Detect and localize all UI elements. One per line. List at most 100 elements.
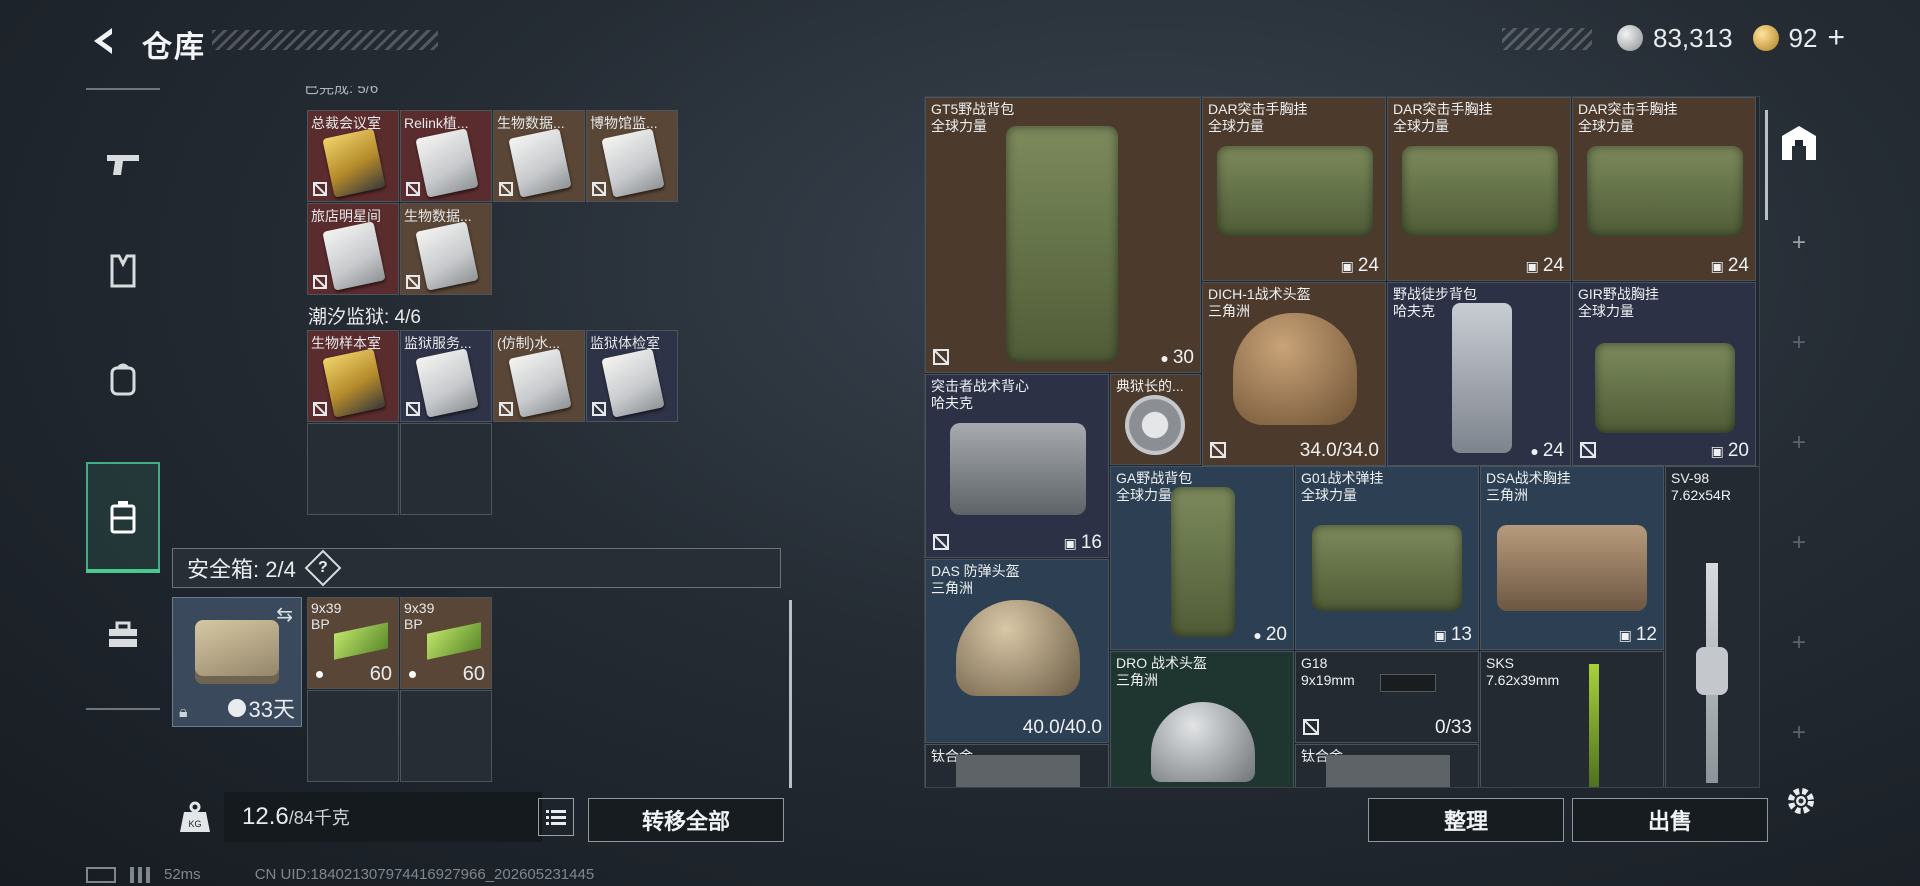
- item-das-helmet[interactable]: DAS 防弹头盔 三角洲 40.0/40.0: [925, 559, 1109, 743]
- no-sell-icon: [406, 402, 420, 416]
- vest-icon: [110, 254, 136, 288]
- sort-button[interactable]: 整理: [1368, 798, 1564, 842]
- silver-coin-icon: [1617, 25, 1644, 51]
- ammo-count: 60: [462, 663, 485, 685]
- add-tab-icon[interactable]: +: [1788, 719, 1810, 746]
- swap-icon[interactable]: ⇆: [276, 602, 293, 627]
- collection-card-slot[interactable]: Relink植...: [400, 110, 492, 202]
- case-icon: [110, 501, 136, 534]
- helmet-image: [1151, 702, 1255, 782]
- no-sell-icon: [592, 402, 606, 416]
- item-gir-vest[interactable]: GIR野战胸挂 全球力量 ▣ 20: [1572, 282, 1756, 466]
- collection-card-slot[interactable]: 博物馆监...: [586, 110, 678, 202]
- item-titanium[interactable]: 钛合金: [925, 744, 1109, 787]
- item-assault-vest[interactable]: 突击者战术背心 哈夫克 ▣ 16: [925, 374, 1109, 558]
- no-sell-icon: [499, 182, 513, 196]
- helmet-image: [956, 600, 1080, 696]
- add-tab-icon[interactable]: +: [1788, 229, 1810, 256]
- nav-weapons[interactable]: [86, 108, 160, 218]
- item-hiking-backpack[interactable]: 野战徒步背包 哈夫克 ● 24: [1387, 282, 1571, 466]
- ammo-type: BP: [404, 616, 423, 632]
- item-durability: 34.0/34.0: [1299, 440, 1379, 461]
- vest-image: [950, 423, 1086, 515]
- gear-icon[interactable]: [1784, 784, 1818, 818]
- item-dro-helmet[interactable]: DRO 战术头盔 三角洲: [1110, 651, 1294, 787]
- help-icon[interactable]: ?: [304, 549, 342, 587]
- empty-slot[interactable]: [400, 423, 492, 515]
- item-sks-rifle[interactable]: SKS 7.62x39mm: [1480, 651, 1664, 787]
- list-view-button[interactable]: [538, 798, 574, 836]
- collection-card-slot[interactable]: 监狱服务...: [400, 330, 492, 422]
- item-dsa-vest[interactable]: DSA战术胸挂 三角洲 ▣ 12: [1480, 466, 1664, 650]
- backpack-icon: [110, 363, 136, 396]
- back-arrow-icon[interactable]: [86, 24, 120, 58]
- empty-slot[interactable]: [400, 690, 492, 782]
- add-tab-icon[interactable]: +: [1788, 629, 1810, 656]
- safebox-header: 安全箱: 2/4 ?: [172, 548, 781, 588]
- item-g01-rig[interactable]: G01战术弹挂 全球力量 ▣ 13: [1295, 466, 1479, 650]
- item-g18-pistol[interactable]: G18 9x19mm 0/33: [1295, 651, 1479, 743]
- signal-icon: [130, 866, 150, 883]
- safebox-duration: 33天: [227, 692, 295, 724]
- item-dich-helmet[interactable]: DICH-1战术头盔 三角洲 34.0/34.0: [1202, 282, 1386, 466]
- add-tab-icon[interactable]: +: [1788, 329, 1810, 356]
- collection-card-slot[interactable]: 监狱体检室: [586, 330, 678, 422]
- add-tab-icon[interactable]: +: [1788, 529, 1810, 556]
- status-bar: 52ms CN UID:184021307974416927966_202605…: [86, 866, 594, 883]
- bag-icon: ●: [1253, 627, 1262, 643]
- collection-card-slot[interactable]: 总裁会议室: [307, 110, 399, 202]
- nav-armor[interactable]: [86, 216, 160, 326]
- nav-backpack[interactable]: [86, 324, 160, 434]
- item-gt5-backpack[interactable]: GT5野战背包 全球力量 ● 30: [925, 97, 1201, 373]
- safebox-days: 33天: [248, 697, 295, 722]
- vest-image: [1497, 525, 1647, 611]
- item-sv98-rifle[interactable]: SV-98 7.62x54R: [1665, 466, 1759, 787]
- item-ga-backpack[interactable]: GA野战背包 全球力量 ● 20: [1110, 466, 1294, 650]
- item-name: DAS 防弹头盔 三角洲: [931, 563, 1020, 596]
- item-warden-token[interactable]: 典狱长的...: [1110, 374, 1201, 465]
- item-titanium[interactable]: 钛合金: [1295, 744, 1479, 787]
- collection-card-slot[interactable]: 生物样本室: [307, 330, 399, 422]
- titanium-image: [1326, 755, 1450, 787]
- collection-card-slot[interactable]: 生物数据...: [493, 110, 585, 202]
- empty-slot[interactable]: [307, 690, 399, 782]
- item-capacity: ● 24: [1530, 440, 1564, 461]
- stash-grid: GT5野战背包 全球力量 ● 30 DAR突击手胸挂 全球力量 ▣ 24 DAR突击手胸…: [924, 96, 1760, 788]
- backpack-image: [1006, 126, 1118, 362]
- keycard-image: [415, 348, 479, 418]
- currency-bar: 83,313 92 +: [1497, 23, 1845, 53]
- collection-card-slot[interactable]: (仿制)水...: [493, 330, 585, 422]
- keycard-image: [415, 128, 479, 198]
- ammo-slot[interactable]: 9x39 BP 60: [307, 597, 399, 689]
- empty-slot[interactable]: [307, 423, 399, 515]
- stash-tab-icon[interactable]: [1778, 122, 1820, 164]
- keycard-image: [415, 221, 479, 291]
- item-capacity: ▣ 24: [1710, 255, 1749, 276]
- left-scrollbar[interactable]: [789, 600, 792, 788]
- safebox-label: 安全箱: 2/4: [187, 557, 296, 582]
- bag-icon: ●: [1160, 350, 1169, 366]
- safebox-item[interactable]: ⇆ 🔒︎ 33天: [172, 597, 302, 727]
- item-name: DAR突击手胸挂 全球力量: [1578, 101, 1678, 134]
- vest-icon: ▣: [1433, 626, 1447, 643]
- collection-card-slot[interactable]: 生物数据...: [400, 203, 492, 295]
- collection-card-slot[interactable]: 旅店明星间: [307, 203, 399, 295]
- transfer-all-button[interactable]: 转移全部: [588, 798, 784, 842]
- section-title-prison: 潮汐监狱: 4/6: [308, 307, 421, 328]
- item-dar-vest[interactable]: DAR突击手胸挂 全球力量 ▣ 24: [1202, 97, 1386, 281]
- nav-container[interactable]: [86, 462, 160, 573]
- item-dar-vest[interactable]: DAR突击手胸挂 全球力量 ▣ 24: [1387, 97, 1571, 281]
- ammo-slot[interactable]: 9x39 BP 60: [400, 597, 492, 689]
- add-tab-icon[interactable]: +: [1788, 429, 1810, 456]
- no-sell-icon: [313, 402, 327, 416]
- item-dar-vest[interactable]: DAR突击手胸挂 全球力量 ▣ 24: [1572, 97, 1756, 281]
- add-currency-icon[interactable]: +: [1827, 23, 1845, 53]
- nav-toolbox[interactable]: [86, 580, 160, 690]
- item-name: DAR突击手胸挂 全球力量: [1208, 101, 1308, 134]
- page-title: 仓库: [142, 31, 206, 64]
- no-sell-icon: [499, 402, 513, 416]
- sell-button[interactable]: 出售: [1572, 798, 1768, 842]
- item-name: DSA战术胸挂 三角洲: [1486, 470, 1571, 503]
- list-icon: [546, 810, 566, 825]
- no-sell-icon: [933, 534, 949, 550]
